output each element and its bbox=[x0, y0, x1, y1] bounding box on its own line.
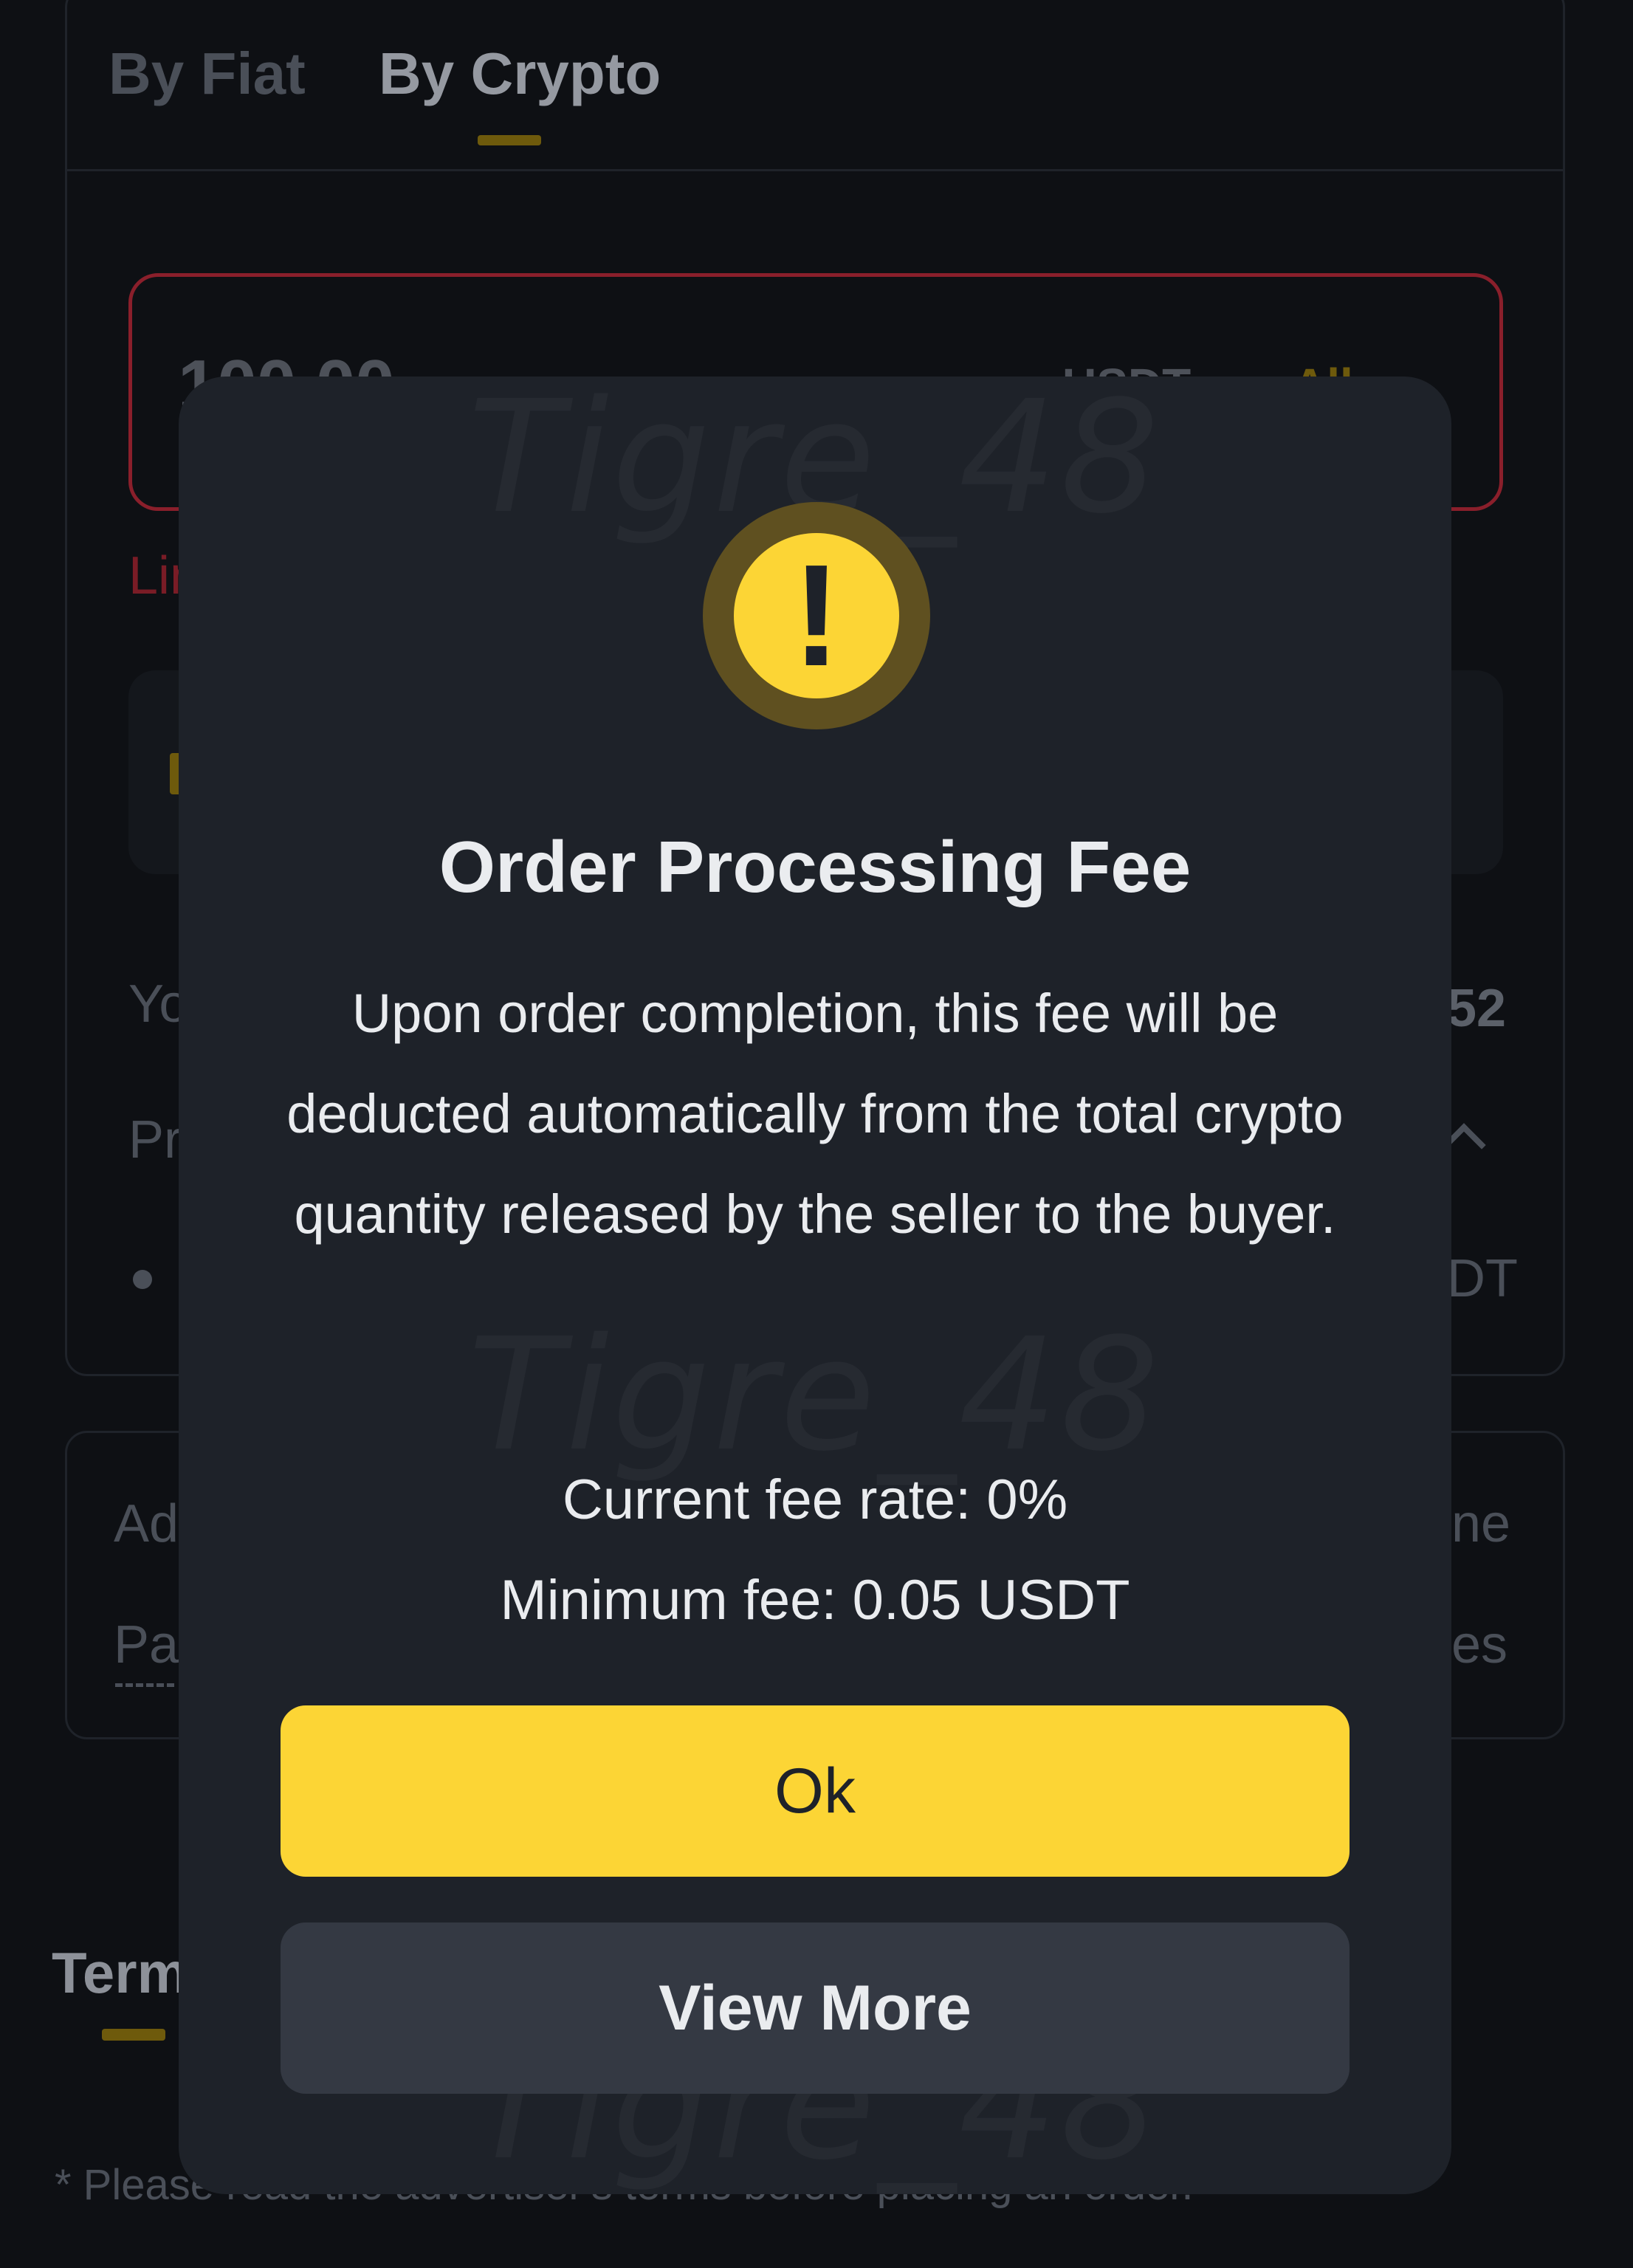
unit-text: DT bbox=[1447, 1249, 1518, 1308]
price-label: Pr bbox=[128, 1110, 182, 1169]
active-tab-indicator bbox=[478, 135, 541, 145]
watermark: Tigre_48 bbox=[468, 1305, 1162, 1485]
ok-button[interactable]: Ok bbox=[281, 1705, 1350, 1877]
you-receive-value: 52 bbox=[1447, 979, 1507, 1038]
tab-by-fiat[interactable]: By Fiat bbox=[109, 41, 306, 107]
terms-tab[interactable]: Term bbox=[52, 1943, 188, 2002]
tab-divider bbox=[67, 169, 1563, 171]
advertiser-value: ne bbox=[1451, 1494, 1511, 1553]
exclamation-icon: ! bbox=[734, 533, 899, 698]
advertiser-label: Ad bbox=[114, 1494, 179, 1553]
tab-by-crypto[interactable]: By Crypto bbox=[379, 41, 661, 107]
view-more-button[interactable]: View More bbox=[281, 1922, 1350, 2094]
modal-title: Order Processing Fee bbox=[439, 826, 1192, 907]
bullet-icon bbox=[133, 1270, 152, 1289]
terms-tab-indicator bbox=[102, 2029, 165, 2041]
fee-modal: Tigre_48 Tigre_48 Tigre_48 ! Order Proce… bbox=[179, 377, 1451, 2194]
payment-label[interactable]: Pa bbox=[114, 1615, 179, 1674]
minimum-fee: Minimum fee: 0.05 USDT bbox=[500, 1569, 1130, 1632]
modal-body: Upon order completion, this fee will be … bbox=[286, 983, 1344, 1245]
fee-rate: Current fee rate: 0% bbox=[562, 1468, 1068, 1531]
payment-underline bbox=[115, 1683, 174, 1687]
warning-icon: ! bbox=[703, 502, 930, 729]
payment-value: es bbox=[1451, 1615, 1508, 1674]
